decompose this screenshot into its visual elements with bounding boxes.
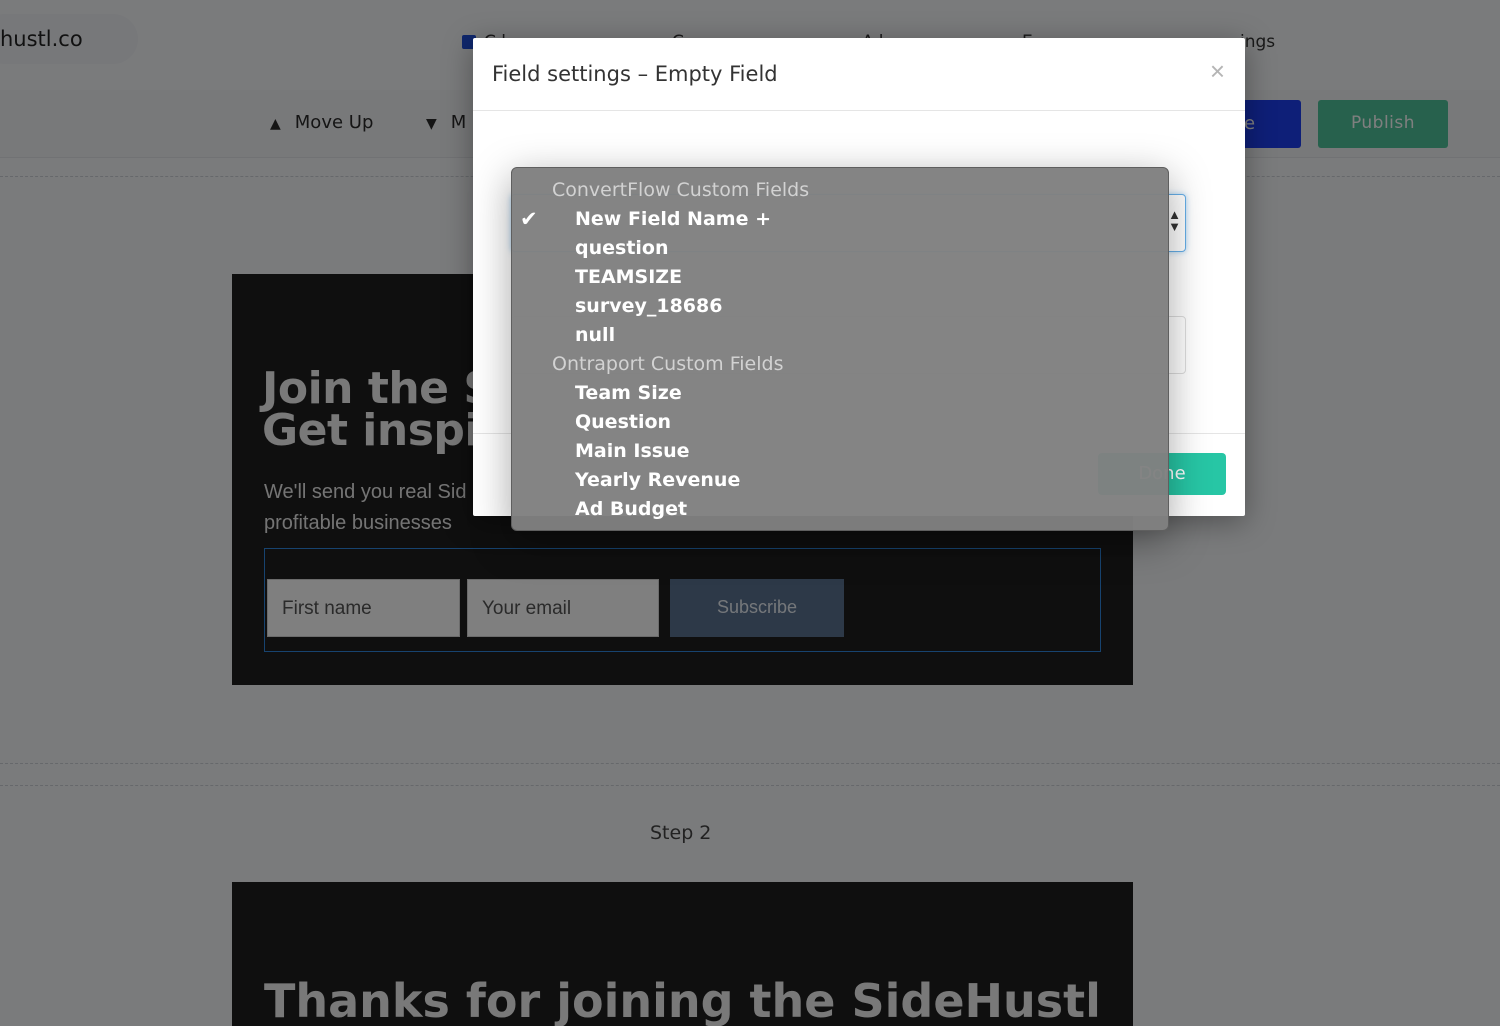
modal-header: Field settings – Empty Field × [473,38,1245,111]
dropdown-option[interactable]: question [512,234,1168,263]
field-select-dropdown[interactable]: ConvertFlow Custom Fields ✔ New Field Na… [511,167,1169,531]
dropdown-option[interactable]: Team Size [512,379,1168,408]
option-group-label: ConvertFlow Custom Fields [552,179,810,201]
dropdown-option[interactable]: TEAMSIZE [512,263,1168,292]
option-group-label: Ontraport Custom Fields [552,353,784,375]
modal-title: Field settings – Empty Field [492,62,778,86]
dropdown-option[interactable]: survey_18686 [512,292,1168,321]
dropdown-option[interactable]: null [512,321,1168,350]
dropdown-option[interactable]: ✔ New Field Name + [512,205,1168,234]
dropdown-option[interactable]: Yearly Revenue [512,466,1168,495]
close-icon[interactable]: × [1210,58,1225,84]
checkmark-icon: ✔ [520,207,538,231]
dropdown-option[interactable]: Question [512,408,1168,437]
dropdown-option[interactable]: Main Issue [512,437,1168,466]
dropdown-option[interactable]: Ad Budget [512,495,1168,524]
select-arrows-icon: ▲ ▼ [1168,207,1181,234]
